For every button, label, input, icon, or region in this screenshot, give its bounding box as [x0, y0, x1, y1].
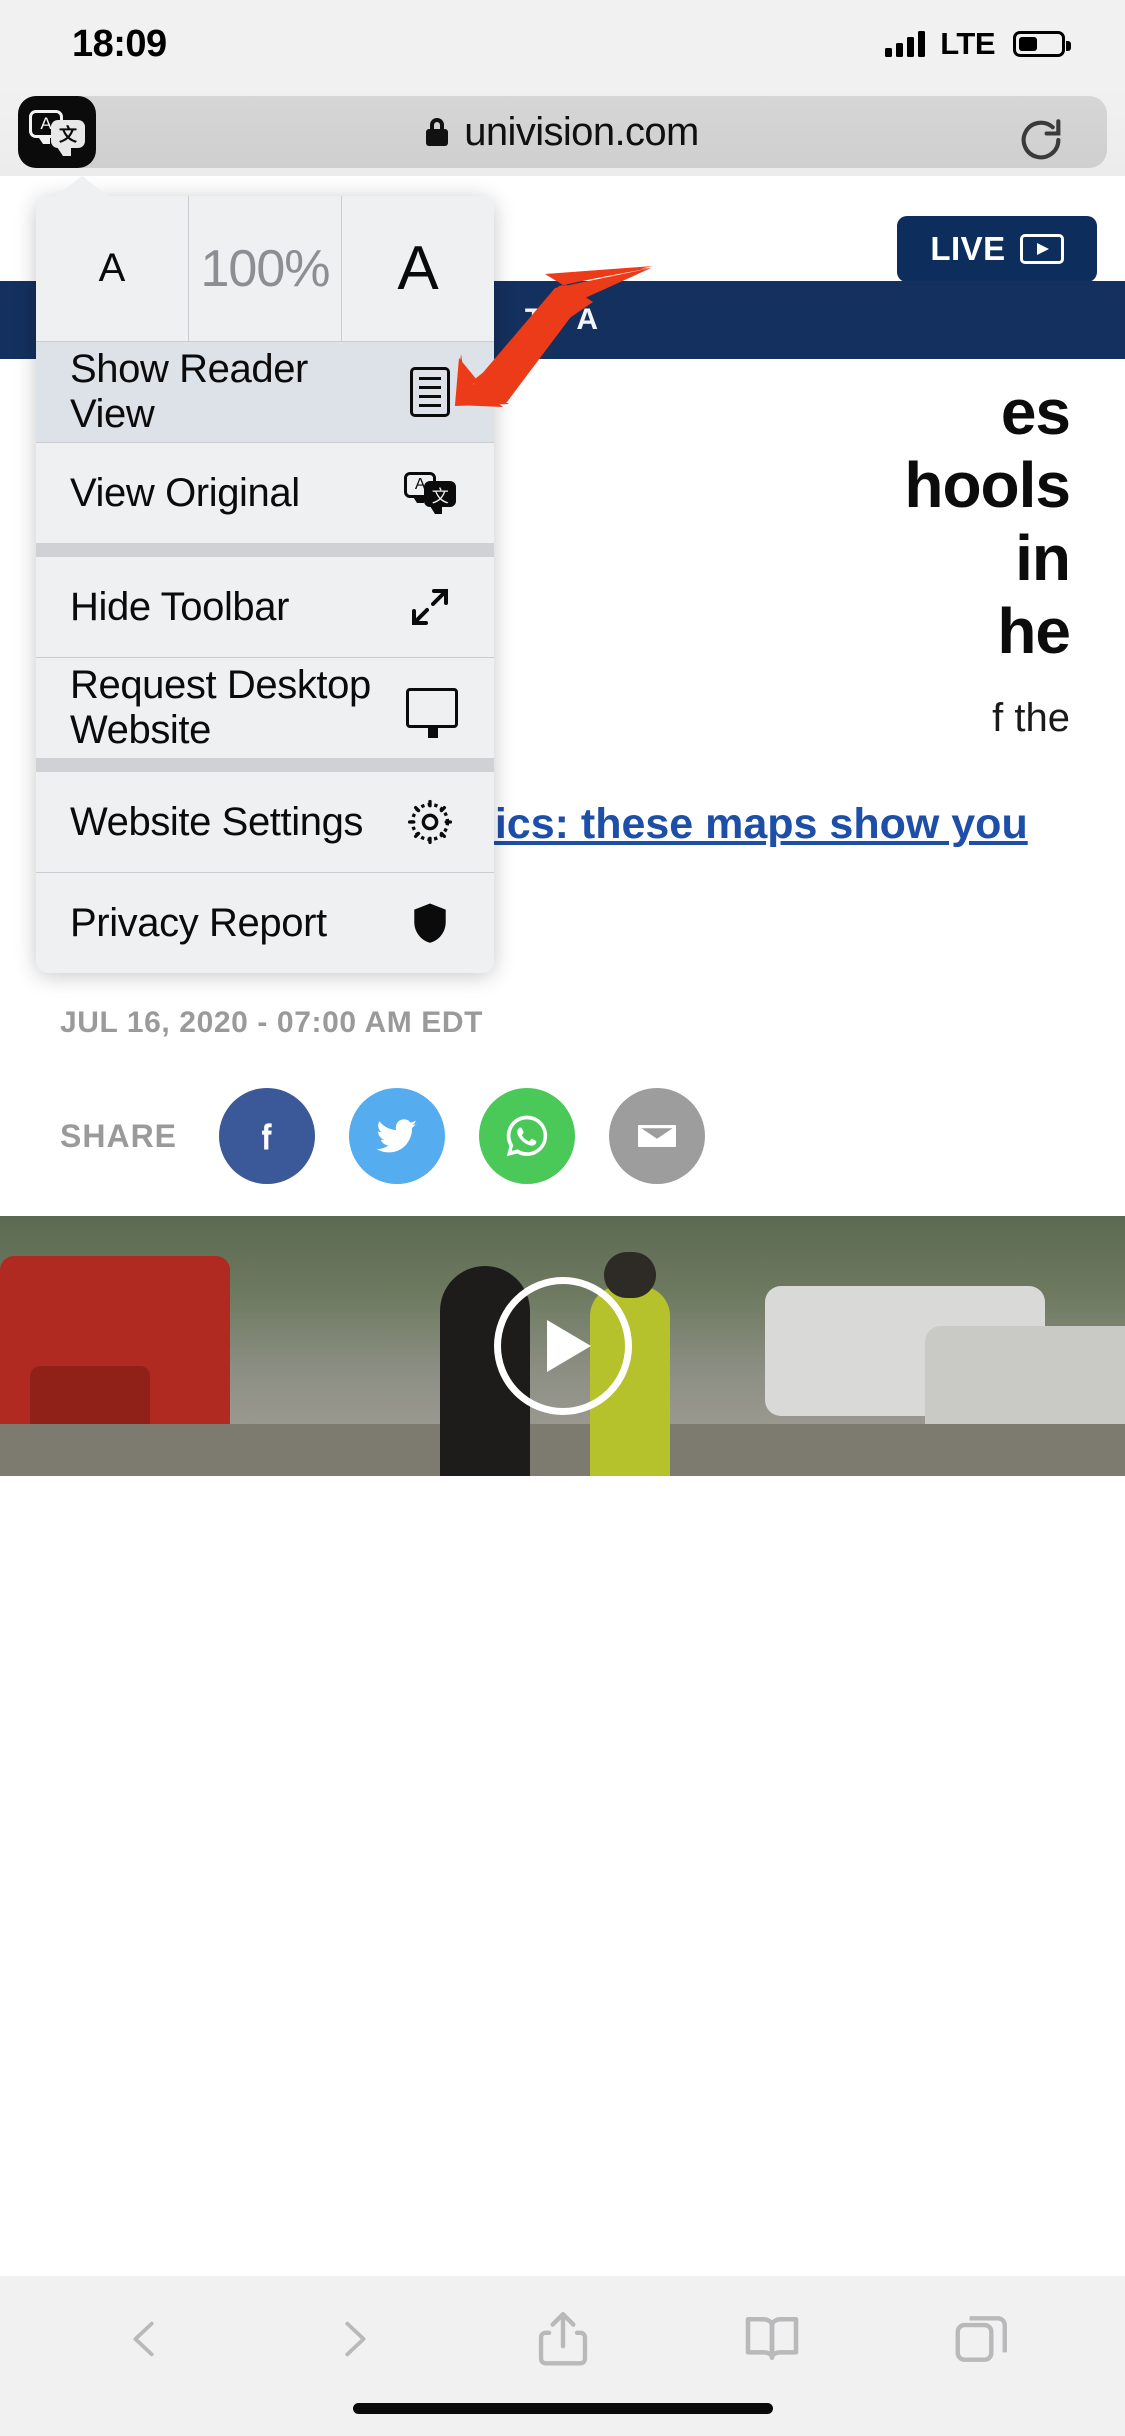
chevron-left-icon	[133, 2321, 154, 2357]
menu-item-label: Privacy Report	[70, 900, 327, 945]
lock-icon	[426, 118, 449, 146]
menu-item-label: View Original	[70, 470, 300, 515]
email-share-button[interactable]	[609, 1088, 706, 1184]
popover-pointer	[48, 176, 116, 202]
translate-icon-glyph-b: 文	[424, 481, 456, 514]
live-badge[interactable]: LIVE	[897, 216, 1097, 282]
home-indicator	[352, 2403, 773, 2414]
menu-item-label: Request Desktop Website	[70, 663, 371, 752]
translate-icon: A 文	[29, 110, 85, 156]
browser-toolbar: univision.com A 文	[0, 88, 1125, 176]
gear-icon	[402, 794, 458, 850]
live-badge-label: LIVE	[930, 230, 1006, 267]
whatsapp-icon	[506, 1115, 548, 1157]
share-up-icon	[538, 2312, 587, 2366]
menu-item-privacy-report[interactable]: Privacy Report	[36, 873, 494, 973]
menu-item-request-desktop-website[interactable]: Request Desktop Website	[36, 658, 494, 758]
increase-text-size-label: A	[397, 234, 439, 303]
carrier-label: LTE	[940, 26, 995, 61]
share-button[interactable]	[517, 2293, 609, 2385]
monitor-icon	[406, 680, 458, 738]
zoom-control-row: A 100% A	[36, 196, 494, 342]
address-bar[interactable]: univision.com	[18, 96, 1107, 168]
menu-item-view-original[interactable]: View Original A文	[36, 443, 494, 543]
share-row: SHARE	[60, 1076, 1070, 1196]
chevron-right-icon	[344, 2321, 365, 2357]
battery-icon	[1013, 31, 1071, 57]
envelope-icon	[638, 1125, 677, 1147]
decrease-text-size-button[interactable]: A	[36, 196, 188, 341]
facebook-icon	[262, 1123, 272, 1150]
menu-section-divider	[36, 543, 494, 557]
forward-button[interactable]	[308, 2293, 400, 2385]
collapse-arrows-icon	[402, 579, 458, 635]
twitter-share-button[interactable]	[349, 1088, 446, 1184]
menu-item-label: Hide Toolbar	[70, 584, 290, 629]
bookmarks-button[interactable]	[726, 2293, 818, 2385]
signal-bars-icon	[885, 31, 926, 57]
shield-icon	[402, 895, 458, 951]
tabs-icon	[955, 2316, 1007, 2362]
menu-item-label: Website Settings	[70, 799, 364, 844]
menu-item-website-settings[interactable]: Website Settings	[36, 772, 494, 872]
reader-view-icon	[402, 364, 458, 420]
red-pointer-arrow	[455, 266, 653, 407]
decrease-text-size-label: A	[98, 246, 126, 290]
menu-section-divider	[36, 758, 494, 772]
tabs-button[interactable]	[935, 2293, 1027, 2385]
article-timestamp: JUL 16, 2020 - 07:00 AM EDT	[60, 1006, 484, 1039]
translate-icon-glyph-b: 文	[51, 120, 85, 156]
reload-icon[interactable]	[1015, 114, 1067, 166]
translate-icon: A文	[402, 465, 458, 521]
zoom-level-label: 100%	[200, 239, 331, 298]
facebook-share-button[interactable]	[219, 1088, 316, 1184]
status-bar: 18:09 LTE	[0, 0, 1125, 88]
back-button[interactable]	[99, 2293, 191, 2385]
menu-item-hide-toolbar[interactable]: Hide Toolbar	[36, 557, 494, 657]
video-scene-shape	[0, 1424, 1125, 1476]
status-indicators: LTE	[885, 26, 1071, 62]
address-bar-url: univision.com	[464, 109, 699, 154]
article-video[interactable]	[0, 1216, 1125, 1476]
status-time: 18:09	[72, 22, 167, 65]
translate-page-button[interactable]: A 文	[18, 96, 96, 168]
zoom-level-display[interactable]: 100%	[188, 196, 341, 341]
share-label: SHARE	[60, 1117, 178, 1154]
twitter-icon	[376, 1119, 418, 1153]
whatsapp-share-button[interactable]	[479, 1088, 576, 1184]
video-screen-icon	[1019, 234, 1064, 264]
safari-page-settings-popover: A 100% A Show Reader View View Original …	[36, 196, 494, 973]
menu-item-label: Show Reader View	[70, 347, 308, 436]
play-button-icon[interactable]	[493, 1277, 632, 1415]
book-icon	[745, 2317, 798, 2360]
menu-item-show-reader-view[interactable]: Show Reader View	[36, 342, 494, 442]
